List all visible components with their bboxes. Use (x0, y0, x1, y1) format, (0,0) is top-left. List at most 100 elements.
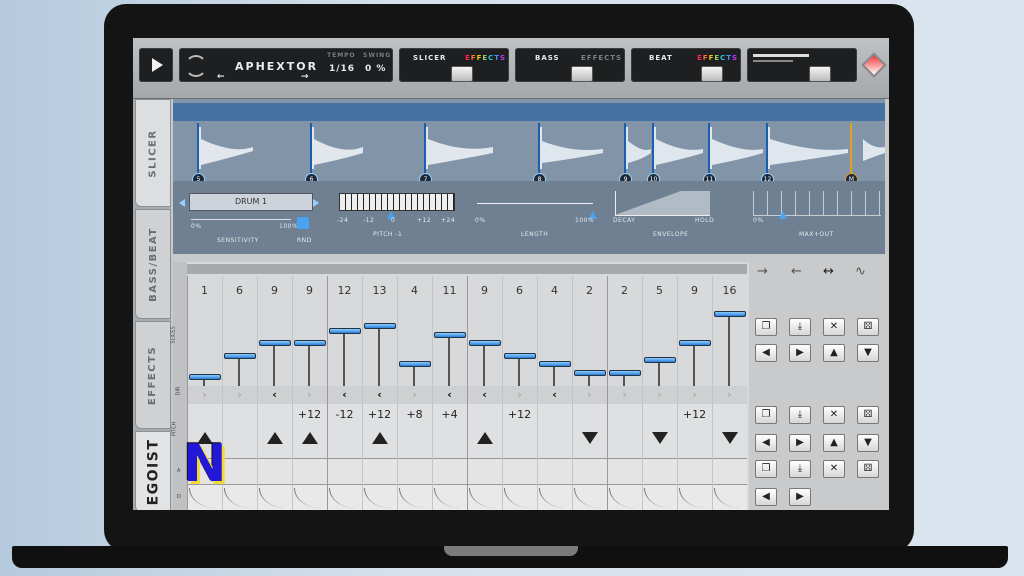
bass-crossfader[interactable] (571, 66, 593, 82)
step-octave-marker[interactable] (372, 432, 388, 444)
play-button[interactable] (139, 48, 173, 82)
step-octave-marker[interactable] (302, 432, 318, 444)
sync-icon[interactable] (185, 55, 207, 77)
maxout-handle[interactable] (779, 211, 787, 219)
step-octave-marker[interactable] (722, 432, 738, 444)
step-slice-bar[interactable] (504, 352, 536, 359)
copy-icon[interactable]: ❐ (755, 406, 777, 424)
step-slice-bar[interactable] (469, 340, 501, 347)
master-volume-slider[interactable] (809, 66, 831, 82)
copy-icon[interactable]: ❐ (755, 318, 777, 336)
step-direction-arrow[interactable]: ‹ (537, 388, 572, 401)
step-direction-arrow[interactable]: ‹ (432, 388, 467, 401)
length-slider[interactable] (477, 203, 593, 204)
step-direction-arrow[interactable]: › (607, 388, 642, 401)
tempo-value[interactable]: 1/16 (329, 64, 355, 74)
step-direction-arrow[interactable]: › (187, 388, 222, 401)
beat-crossfader[interactable] (701, 66, 723, 82)
paste-icon[interactable]: ⤓ (789, 460, 811, 478)
step-octave-marker[interactable] (652, 432, 668, 444)
sequencer-grid[interactable]: 1 › 6 › 9 ‹ 9 › +12 12 ‹ -12 13 ‹ +12 4 › +8 11 ‹ +4 9 ‹ 6 › +12 4… (187, 262, 747, 510)
kit-next-arrow[interactable] (313, 199, 319, 207)
step-slice-bar[interactable] (189, 373, 221, 380)
step-pitch-value[interactable]: +12 (502, 408, 537, 421)
step-direction-arrow[interactable]: › (677, 388, 712, 401)
dice-icon[interactable]: ⚄ (857, 460, 879, 478)
clear-icon[interactable]: ✕ (823, 460, 845, 478)
step-octave-marker[interactable] (477, 432, 493, 444)
envelope-shape[interactable] (615, 191, 710, 216)
step-direction-arrow[interactable]: › (572, 388, 607, 401)
shift-right-icon[interactable]: ▶ (789, 344, 811, 362)
beat-effects-label[interactable]: EFFECTS (697, 54, 738, 62)
brand-diamond-icon[interactable] (861, 52, 887, 78)
step-direction-arrow[interactable]: ‹ (327, 388, 362, 401)
step-direction-arrow[interactable]: › (292, 388, 327, 401)
step-slice-bar[interactable] (609, 369, 641, 376)
step-slice-bar[interactable] (679, 340, 711, 347)
step-pitch-value[interactable]: +8 (397, 408, 432, 421)
step-slice-bar[interactable] (259, 340, 291, 347)
bass-effects-label[interactable]: EFFECTS (581, 54, 622, 62)
step-slice-bar[interactable] (574, 369, 606, 376)
step-slice-bar[interactable] (434, 331, 466, 338)
arrow-mode-random[interactable]: ∿ (855, 264, 866, 279)
step-direction-arrow[interactable]: › (222, 388, 257, 401)
step-direction-arrow[interactable]: › (712, 388, 747, 401)
preset-prev-button[interactable]: ← (217, 72, 226, 82)
dice-icon[interactable]: ⚄ (857, 318, 879, 336)
shift-up-icon[interactable]: ▲ (823, 434, 845, 452)
step-octave-marker[interactable] (267, 432, 283, 444)
step-direction-arrow[interactable]: › (642, 388, 677, 401)
kit-selector[interactable]: DRUM 1 (189, 193, 313, 211)
step-direction-arrow[interactable]: ‹ (467, 388, 502, 401)
step-pitch-value[interactable]: +12 (292, 408, 327, 421)
tab-slicer[interactable]: SLICER (135, 99, 171, 207)
step-slice-bar[interactable] (294, 340, 326, 347)
sensitivity-slider[interactable] (191, 219, 291, 220)
waveform-display[interactable]: 5 6 7 8 9 10 11 12 M (173, 99, 885, 186)
swing-value[interactable]: 0 % (365, 64, 386, 74)
step-direction-arrow[interactable]: ‹ (257, 388, 292, 401)
step-slice-bar[interactable] (364, 323, 396, 330)
bass-section-label[interactable]: BASS (535, 54, 560, 62)
dice-icon[interactable]: ⚄ (857, 406, 879, 424)
step-pitch-value[interactable]: -12 (327, 408, 362, 421)
copy-icon[interactable]: ❐ (755, 460, 777, 478)
step-slice-bar[interactable] (714, 310, 746, 317)
slicer-section-label[interactable]: SLICER (413, 54, 446, 62)
arrow-mode-left[interactable]: ← (791, 264, 802, 279)
step-pitch-value[interactable]: +4 (432, 408, 467, 421)
step-pitch-value[interactable]: +12 (677, 408, 712, 421)
shift-up-icon[interactable]: ▲ (823, 344, 845, 362)
maxout-graph[interactable] (753, 191, 881, 216)
beat-section-label[interactable]: BEAT (649, 54, 673, 62)
step-octave-marker[interactable] (582, 432, 598, 444)
paste-icon[interactable]: ⤓ (789, 318, 811, 336)
step-direction-arrow[interactable]: › (502, 388, 537, 401)
paste-icon[interactable]: ⤓ (789, 406, 811, 424)
step-slice-bar[interactable] (224, 352, 256, 359)
shift-right-icon[interactable]: ▶ (789, 488, 811, 506)
kit-prev-arrow[interactable] (179, 199, 185, 207)
rnd-dice-icon[interactable] (297, 217, 309, 229)
step-slice-bar[interactable] (644, 357, 676, 363)
tab-bass-beat[interactable]: BASS/BEAT (135, 209, 171, 319)
step-pitch-value[interactable]: +12 (362, 408, 397, 421)
clear-icon[interactable]: ✕ (823, 318, 845, 336)
tab-effects[interactable]: EFFECTS (135, 321, 171, 429)
shift-left-icon[interactable]: ◀ (755, 488, 777, 506)
step-slice-bar[interactable] (329, 327, 361, 334)
step-direction-arrow[interactable]: › (397, 388, 432, 401)
preset-next-button[interactable]: → (301, 72, 310, 82)
step-direction-arrow[interactable]: ‹ (362, 388, 397, 401)
loop-bar[interactable] (187, 264, 747, 274)
step-slice-bar[interactable] (399, 361, 431, 368)
clear-icon[interactable]: ✕ (823, 406, 845, 424)
shift-down-icon[interactable]: ▼ (857, 344, 879, 362)
shift-down-icon[interactable]: ▼ (857, 434, 879, 452)
arrow-mode-right[interactable]: → (757, 264, 768, 279)
slicer-effects-label[interactable]: EFFECTS (465, 54, 506, 62)
shift-right-icon[interactable]: ▶ (789, 434, 811, 452)
shift-left-icon[interactable]: ◀ (755, 434, 777, 452)
